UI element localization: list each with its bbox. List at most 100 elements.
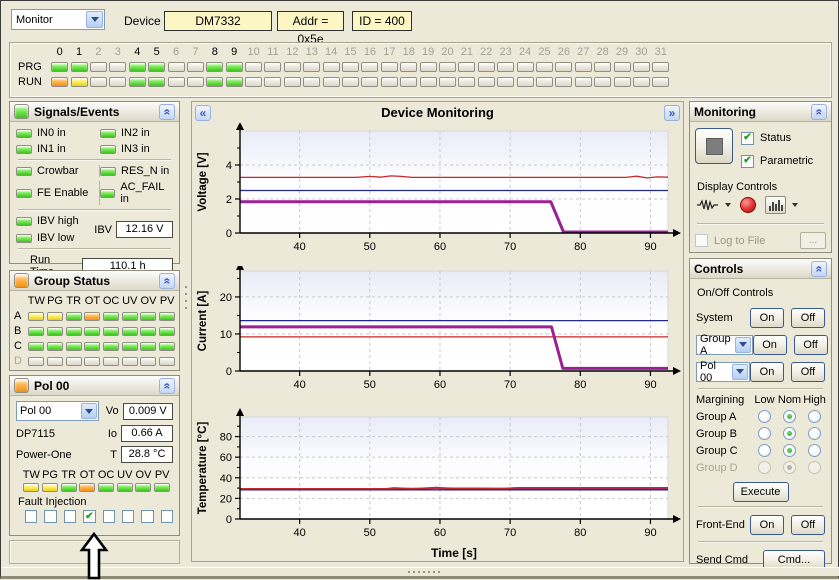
- status-led-yellow: [47, 312, 63, 321]
- collapse-button[interactable]: «: [811, 261, 827, 277]
- execute-button[interactable]: Execute: [733, 482, 789, 502]
- status-column-header: TR: [61, 469, 76, 481]
- group-a-on-button[interactable]: On: [753, 335, 787, 355]
- fault-injection-checkbox[interactable]: [122, 510, 134, 523]
- divider: [697, 223, 824, 225]
- status-led-green: [28, 342, 44, 351]
- fault-injection-checkbox[interactable]: [64, 510, 76, 523]
- status-checkbox[interactable]: ✔: [741, 132, 754, 145]
- collapse-button[interactable]: «: [159, 378, 175, 394]
- histogram-display-button[interactable]: [765, 196, 786, 214]
- chevron-down-icon[interactable]: [735, 337, 751, 353]
- front-end-on-button[interactable]: On: [750, 515, 784, 535]
- fault-injection-checkbox[interactable]: ✔: [83, 510, 95, 523]
- record-indicator-icon[interactable]: [740, 197, 756, 213]
- status-column-header: TW: [23, 469, 40, 481]
- svg-text:80: 80: [574, 527, 586, 539]
- horizontal-splitter[interactable]: [2, 567, 839, 576]
- status-led-green: [148, 77, 165, 87]
- panel-status-led-icon: [14, 378, 29, 393]
- margining-radio-nom[interactable]: [783, 444, 796, 457]
- margining-radio-high[interactable]: [808, 427, 821, 440]
- channel-number: 21: [461, 46, 473, 58]
- margining-radio-high[interactable]: [808, 410, 821, 423]
- collapse-chevron-icon: «: [161, 277, 173, 284]
- svg-text:40: 40: [220, 473, 232, 485]
- fault-injection-checkbox[interactable]: [141, 510, 153, 523]
- ibv-value-field: 12.16 V: [116, 221, 173, 238]
- status-led-off: [594, 77, 611, 87]
- fault-injection-checkbox[interactable]: [44, 510, 56, 523]
- stop-monitoring-button[interactable]: [695, 128, 733, 164]
- device-monitoring-title: Device Monitoring: [211, 105, 664, 120]
- svg-text:50: 50: [364, 379, 376, 391]
- mode-select-value: Monitor: [12, 14, 85, 26]
- margining-radio-low[interactable]: [758, 427, 771, 440]
- system-off-button[interactable]: Off: [791, 308, 825, 328]
- svg-text:20: 20: [220, 493, 232, 505]
- controls-header: Controls «: [690, 259, 831, 279]
- margining-radio-nom[interactable]: [783, 427, 796, 440]
- mode-select[interactable]: Monitor: [11, 9, 105, 30]
- divider: [18, 159, 171, 161]
- status-led-green: [122, 312, 138, 321]
- status-led-off: [323, 62, 340, 72]
- status-column-header: UV: [117, 469, 132, 481]
- pol-00-off-button[interactable]: Off: [791, 362, 825, 382]
- svg-text:70: 70: [504, 241, 516, 253]
- pan-right-button[interactable]: »: [664, 105, 680, 121]
- panel-status-led-icon: [14, 104, 29, 119]
- chevron-down-icon[interactable]: [81, 403, 97, 419]
- status-led-green: [135, 483, 151, 492]
- collapse-button[interactable]: «: [159, 104, 175, 120]
- fault-injection-checkbox-row: ✔: [16, 510, 173, 523]
- status-led-green: [103, 342, 119, 351]
- checkbox-label: Parametric: [760, 155, 813, 167]
- channel-number: 6: [173, 46, 179, 58]
- status-column-header: PG: [42, 469, 58, 481]
- collapse-chevron-icon: «: [813, 265, 825, 272]
- status-led-off: [168, 62, 185, 72]
- chevron-down-icon[interactable]: [86, 11, 103, 28]
- vertical-splitter[interactable]: [182, 101, 190, 563]
- margining-radio-nom[interactable]: [783, 410, 796, 423]
- panel-status-led-icon: [14, 273, 29, 288]
- status-column-header: TR: [66, 295, 81, 307]
- parametric-checkbox[interactable]: ✔: [741, 155, 754, 168]
- status-column-header: OT: [85, 295, 100, 307]
- status-led-off: [342, 62, 359, 72]
- group-row-label: D: [14, 355, 22, 367]
- chevron-down-icon[interactable]: [725, 203, 731, 207]
- log-to-file-checkbox[interactable]: [695, 234, 708, 247]
- fault-injection-checkbox[interactable]: [161, 510, 173, 523]
- group-a-off-button[interactable]: Off: [794, 335, 828, 355]
- channel-number: 0: [57, 46, 63, 58]
- group-a-select[interactable]: Group A: [696, 335, 753, 355]
- pol-select[interactable]: Pol 00: [16, 401, 99, 421]
- pan-left-button[interactable]: «: [195, 105, 211, 121]
- status-led-off: [536, 62, 553, 72]
- collapse-button[interactable]: «: [159, 273, 175, 289]
- ibv-label: IBV: [94, 224, 112, 236]
- status-led-green: [47, 342, 63, 351]
- chevron-down-icon[interactable]: [732, 364, 748, 380]
- pol-00-select[interactable]: Pol 00: [696, 362, 750, 382]
- status-led-green: [16, 145, 32, 154]
- fault-injection-checkbox[interactable]: [103, 510, 115, 523]
- fault-injection-checkbox[interactable]: [25, 510, 37, 523]
- chevron-down-icon[interactable]: [792, 203, 798, 207]
- margining-radio-high[interactable]: [808, 444, 821, 457]
- margining-radio-low[interactable]: [758, 410, 771, 423]
- svg-text:Current [A]: Current [A]: [197, 290, 209, 351]
- waveform-icon[interactable]: [697, 198, 719, 212]
- browse-button[interactable]: ...: [800, 232, 826, 249]
- collapse-button[interactable]: «: [811, 104, 827, 120]
- front-end-off-button[interactable]: Off: [791, 515, 825, 535]
- signal-item: Crowbar: [16, 165, 100, 177]
- channel-number: 11: [267, 46, 278, 58]
- pol-00-on-button[interactable]: On: [750, 362, 784, 382]
- margining-radio-low[interactable]: [758, 444, 771, 457]
- system-on-button[interactable]: On: [750, 308, 784, 328]
- status-led-off: [303, 62, 320, 72]
- status-led-off: [439, 62, 456, 72]
